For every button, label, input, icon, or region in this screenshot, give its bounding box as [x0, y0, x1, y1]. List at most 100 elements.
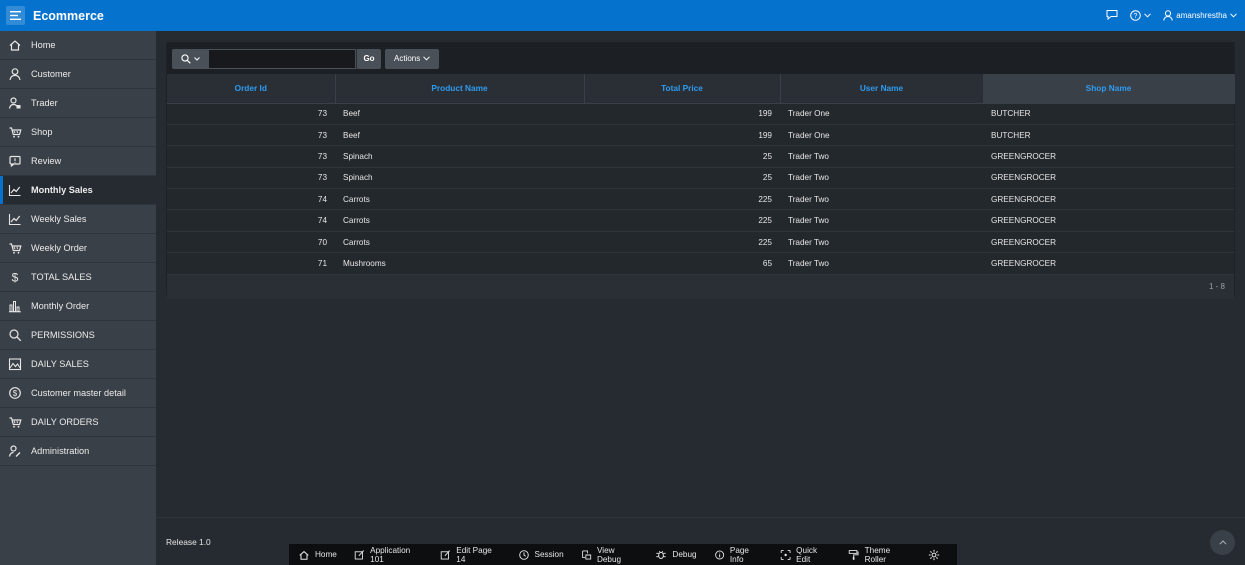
- home-icon-wrap: [2, 38, 28, 52]
- search-key-icon-wrap: [2, 328, 28, 342]
- sidebar-item-monthly-sales[interactable]: Monthly Sales: [0, 176, 156, 205]
- pagination-info: 1 - 8: [167, 274, 1234, 299]
- bar-chart-icon-wrap: [2, 299, 28, 313]
- sidebar-item-permissions[interactable]: PERMISSIONS: [0, 321, 156, 350]
- sidebar-item-label: DAILY ORDERS: [31, 417, 99, 427]
- sidebar-item-customer[interactable]: Customer: [0, 60, 156, 89]
- devbar-page-info-button[interactable]: Page Info: [714, 546, 763, 564]
- cell-user-name: Trader One: [780, 103, 983, 125]
- column-header-order-id[interactable]: Order Id: [167, 74, 336, 104]
- comment-icon-wrap: [2, 154, 28, 168]
- gear-dollar-icon-wrap: $: [2, 386, 28, 400]
- cell-total-price: 225: [584, 209, 780, 232]
- devbar-label: Session: [534, 550, 564, 559]
- sidebar-item-administration[interactable]: Administration: [0, 437, 156, 466]
- sidebar-item-shop[interactable]: Shop: [0, 118, 156, 147]
- svg-text:$: $: [12, 271, 19, 285]
- bar-chart-icon: [9, 301, 21, 313]
- home-icon: [9, 40, 21, 51]
- user-icon-wrap: [2, 67, 28, 81]
- cell-order-id: 73: [167, 167, 335, 190]
- line-chart-icon: [8, 185, 21, 197]
- table-row: 73 Beef 199 Trader One BUTCHER: [167, 124, 1234, 147]
- sidebar-item-label: Monthly Order: [31, 301, 90, 311]
- sidebar-item-monthly-order[interactable]: Monthly Order: [0, 292, 156, 321]
- cell-order-id: 73: [167, 124, 335, 147]
- app-title[interactable]: Ecommerce: [33, 9, 104, 23]
- chevron-down-icon: [1144, 13, 1152, 18]
- debug-view-icon: [581, 550, 591, 559]
- cell-shop-name: BUTCHER: [983, 103, 1234, 125]
- sidebar-item-daily-sales[interactable]: DAILY SALES: [0, 350, 156, 379]
- sidebar-item-label: Administration: [31, 446, 90, 456]
- go-button[interactable]: Go: [356, 48, 381, 69]
- cell-shop-name: GREENGROCER: [983, 252, 1234, 275]
- release-label: Release 1.0: [166, 537, 211, 547]
- sidebar-item-label: Monthly Sales: [31, 185, 93, 195]
- table-row: 74 Carrots 225 Trader Two GREENGROCER: [167, 209, 1234, 232]
- cell-order-id: 74: [167, 188, 335, 211]
- edit-icon: [440, 549, 451, 559]
- feedback-button[interactable]: [1106, 9, 1118, 22]
- cart-icon: [9, 417, 22, 428]
- devbar-view-debug-button[interactable]: View Debug: [581, 546, 639, 564]
- cell-total-price: 225: [584, 188, 780, 211]
- search-column-button[interactable]: [172, 48, 209, 69]
- sidebar-item-daily-orders[interactable]: DAILY ORDERS: [0, 408, 156, 437]
- sidebar-item-total-sales[interactable]: $ TOTAL SALES: [0, 263, 156, 292]
- devbar-edit-page-14-button[interactable]: Edit Page 14: [440, 546, 501, 564]
- cell-user-name: Trader Two: [780, 231, 983, 254]
- paint-roller-icon: [849, 549, 859, 560]
- devbar-theme-roller-button[interactable]: Theme Roller: [848, 546, 911, 564]
- user-group-icon-wrap: [2, 96, 28, 110]
- devbar-label: Quick Edit: [796, 545, 818, 564]
- column-header-user-name[interactable]: User Name: [780, 74, 984, 104]
- bug-icon: [656, 550, 667, 559]
- sidebar-item-label: Weekly Sales: [31, 214, 87, 224]
- edit-icon: [354, 549, 364, 559]
- column-header-product-name[interactable]: Product Name: [335, 74, 585, 104]
- column-header-shop-name[interactable]: Shop Name: [983, 74, 1235, 104]
- cell-total-price: 25: [584, 145, 780, 168]
- clock-icon: [518, 549, 529, 560]
- sidebar-item-label: Trader: [31, 98, 58, 108]
- comment-icon: [9, 155, 21, 167]
- cell-shop-name: GREENGROCER: [983, 145, 1234, 168]
- svg-text:?: ?: [1134, 13, 1138, 20]
- cart-icon: [9, 127, 22, 138]
- devbar-session-button[interactable]: Session: [518, 549, 564, 561]
- devbar-debug-button[interactable]: Debug: [655, 549, 697, 561]
- developer-toolbar: Home Application 101 Edit Page 14 Session Vi…: [289, 544, 957, 565]
- sidebar-item-label: Review: [31, 156, 62, 166]
- sidebar-item-customer-master-detail[interactable]: $ Customer master detail: [0, 379, 156, 408]
- devbar-settings-button[interactable]: [928, 549, 940, 561]
- user-wrench-icon-wrap: [2, 444, 28, 458]
- scroll-to-top-button[interactable]: [1210, 530, 1235, 555]
- cell-product-name: Carrots: [335, 209, 584, 232]
- sidebar-item-trader[interactable]: Trader: [0, 89, 156, 118]
- devbar-label: Application 101: [370, 545, 411, 564]
- devbar-home-button[interactable]: Home: [298, 549, 337, 561]
- column-header-total-price[interactable]: Total Price: [584, 74, 781, 104]
- actions-menu-button[interactable]: Actions: [385, 48, 440, 69]
- gear-icon: [928, 549, 940, 560]
- devbar-application-101-button[interactable]: Application 101: [354, 546, 423, 564]
- sidebar-item-home[interactable]: Home: [0, 31, 156, 60]
- menu-toggle-button[interactable]: [6, 6, 25, 25]
- devbar-quick-edit-button[interactable]: Quick Edit: [780, 546, 831, 564]
- user-menu-button[interactable]: amanshrestha: [1163, 10, 1237, 21]
- cell-user-name: Trader Two: [780, 145, 983, 168]
- dollar-icon: $: [12, 271, 19, 285]
- sidebar-item-weekly-sales[interactable]: Weekly Sales: [0, 205, 156, 234]
- table-row: 71 Mushrooms 65 Trader Two GREENGROCER: [167, 252, 1234, 275]
- help-menu-button[interactable]: ?: [1130, 10, 1152, 21]
- search-input[interactable]: [209, 48, 356, 69]
- sidebar-item-label: Weekly Order: [31, 243, 87, 253]
- devbar-label: Home: [315, 550, 337, 559]
- app-header: Ecommerce ? amanshrestha: [0, 0, 1245, 31]
- sidebar-item-review[interactable]: Review: [0, 147, 156, 176]
- table-row: 73 Spinach 25 Trader Two GREENGROCER: [167, 145, 1234, 168]
- user-icon: [1163, 10, 1174, 21]
- sidebar-item-weekly-order[interactable]: Weekly Order: [0, 234, 156, 263]
- search-icon: [181, 53, 191, 64]
